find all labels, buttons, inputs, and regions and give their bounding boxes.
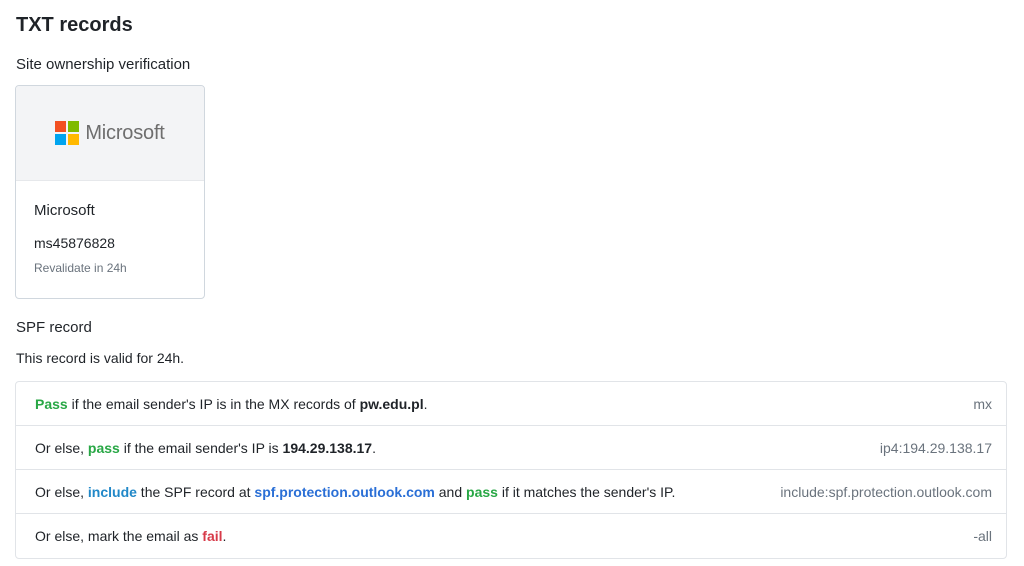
logo-square-green (68, 121, 80, 132)
logo-square-yellow (68, 134, 80, 145)
rule-keyword-bold: pw.edu.pl (359, 395, 424, 412)
spf-rule-description: Pass if the email sender's IP is in the … (35, 396, 428, 412)
card-logo-area: Microsoft (16, 86, 204, 181)
rule-keyword-bold: 194.29.138.17 (282, 439, 373, 456)
rule-text: Or else, (35, 439, 88, 456)
rule-text: if the email sender's IP is (119, 439, 283, 456)
spf-validity-note: This record is valid for 24h. (16, 350, 185, 366)
rule-text: and (434, 483, 467, 500)
rule-text: . (222, 528, 227, 544)
rule-keyword-pass: Pass (35, 395, 68, 412)
verification-card: Microsoft Microsoft ms45876828 Revalidat… (15, 85, 205, 299)
rule-text: the SPF record at (136, 483, 255, 500)
rule-text: Or else, (35, 483, 88, 500)
spf-mechanism: include:spf.protection.outlook.com (780, 483, 992, 500)
spf-rules-table: Pass if the email sender's IP is in the … (15, 381, 1007, 559)
rule-text: Or else, mark the email as (35, 528, 203, 544)
rule-keyword-fail: fail (202, 528, 223, 544)
rule-text: if it matches the sender's IP. (497, 483, 676, 500)
microsoft-logo-icon (55, 121, 80, 145)
page-title: TXT records (16, 14, 133, 36)
rule-keyword-host: spf.protection.outlook.com (254, 483, 435, 500)
rule-text: . (423, 395, 428, 412)
rule-keyword-pass: pass (87, 439, 120, 456)
spf-section-title: SPF record (16, 319, 92, 336)
revalidate-note: Revalidate in 24h (34, 261, 127, 275)
spf-mechanism: -all (973, 528, 992, 544)
rule-text: . (372, 439, 376, 456)
spf-rule-row: Or else, mark the email as fail. -all (16, 514, 1006, 558)
logo-wordmark: Microsoft (85, 121, 165, 144)
spf-mechanism: ip4:194.29.138.17 (879, 439, 992, 456)
rule-keyword-pass: pass (466, 483, 498, 500)
ownership-section-title: Site ownership verification (16, 56, 191, 73)
rule-keyword-include: include (87, 483, 137, 500)
microsoft-logo: Microsoft (55, 121, 165, 145)
spf-rule-row: Pass if the email sender's IP is in the … (16, 382, 1006, 426)
logo-square-red (55, 121, 67, 132)
spf-mechanism: mx (973, 395, 992, 412)
card-body: Microsoft ms45876828 Revalidate in 24h (16, 201, 204, 276)
rule-text: if the email sender's IP is in the MX re… (67, 395, 360, 412)
spf-rule-row: Or else, pass if the email sender's IP i… (16, 426, 1006, 470)
spf-rule-description: Or else, include the SPF record at spf.p… (35, 484, 675, 500)
logo-square-blue (55, 134, 67, 145)
spf-rule-description: Or else, mark the email as fail. (35, 528, 226, 544)
txt-records-page: TXT records Site ownership verification … (0, 0, 1024, 566)
spf-rule-description: Or else, pass if the email sender's IP i… (35, 440, 376, 456)
verification-code: ms45876828 (34, 235, 115, 251)
card-provider-name: Microsoft (34, 202, 95, 219)
spf-rule-row: Or else, include the SPF record at spf.p… (16, 470, 1006, 514)
